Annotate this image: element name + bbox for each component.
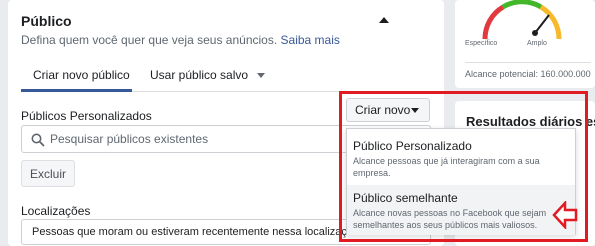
- create-new-label: Criar novo: [355, 103, 411, 117]
- menu-item-description: Alcance novas pessoas no Facebook que se…: [353, 208, 547, 230]
- locations-label: Localizações: [21, 204, 91, 218]
- tab-use-saved-audience[interactable]: Usar público salvo: [150, 68, 266, 82]
- learn-more-link[interactable]: Saiba mais: [281, 33, 340, 47]
- active-tab-indicator: [21, 89, 132, 92]
- chevron-down-icon: [411, 108, 419, 113]
- section-title: Público: [21, 13, 72, 29]
- menu-item-lookalike-audience[interactable]: Público semelhante Alcance novas pessoas…: [347, 185, 575, 235]
- specific-label: Específico: [465, 40, 498, 47]
- potential-reach: Alcance potencial: 160.000.000: [465, 69, 591, 79]
- annotation-arrow-icon: [552, 201, 578, 229]
- location-type-value: Pessoas que moram ou estiveram recenteme…: [32, 226, 360, 238]
- collapse-icon[interactable]: [379, 17, 389, 23]
- create-new-button[interactable]: Criar novo: [346, 98, 430, 122]
- tab-create-new-audience[interactable]: Criar novo público: [33, 68, 130, 82]
- broad-label: Amplo: [527, 40, 547, 47]
- custom-audiences-label: Públicos Personalizados: [21, 109, 152, 123]
- daily-results-title: Resultados diários esti: [466, 114, 595, 129]
- menu-item-title: Público semelhante: [353, 191, 458, 205]
- menu-item-description: Alcance pessoas que já interagiram com a…: [353, 156, 540, 178]
- chevron-down-icon: [257, 73, 266, 79]
- audience-size-gauge: [482, 0, 562, 40]
- audience-tabs: Criar novo público Usar público salvo: [21, 60, 431, 92]
- menu-item-title: Público Personalizado: [353, 139, 472, 153]
- tab-label: Criar novo público: [33, 68, 130, 82]
- search-icon: [31, 133, 45, 147]
- create-audience-menu: Público Personalizado Alcance pessoas qu…: [346, 128, 576, 235]
- menu-item-custom-audience[interactable]: Público Personalizado Alcance pessoas qu…: [347, 139, 575, 185]
- section-subtitle: Defina quem você quer que veja seus anún…: [21, 33, 340, 47]
- divider: [465, 62, 591, 63]
- tab-label: Usar público salvo: [150, 68, 249, 82]
- subtitle-text: Defina quem você quer que veja seus anún…: [21, 33, 278, 47]
- exclude-button[interactable]: Excluir: [21, 160, 75, 187]
- audience-size-panel: Específico Amplo Alcance potencial: 160.…: [455, 0, 595, 88]
